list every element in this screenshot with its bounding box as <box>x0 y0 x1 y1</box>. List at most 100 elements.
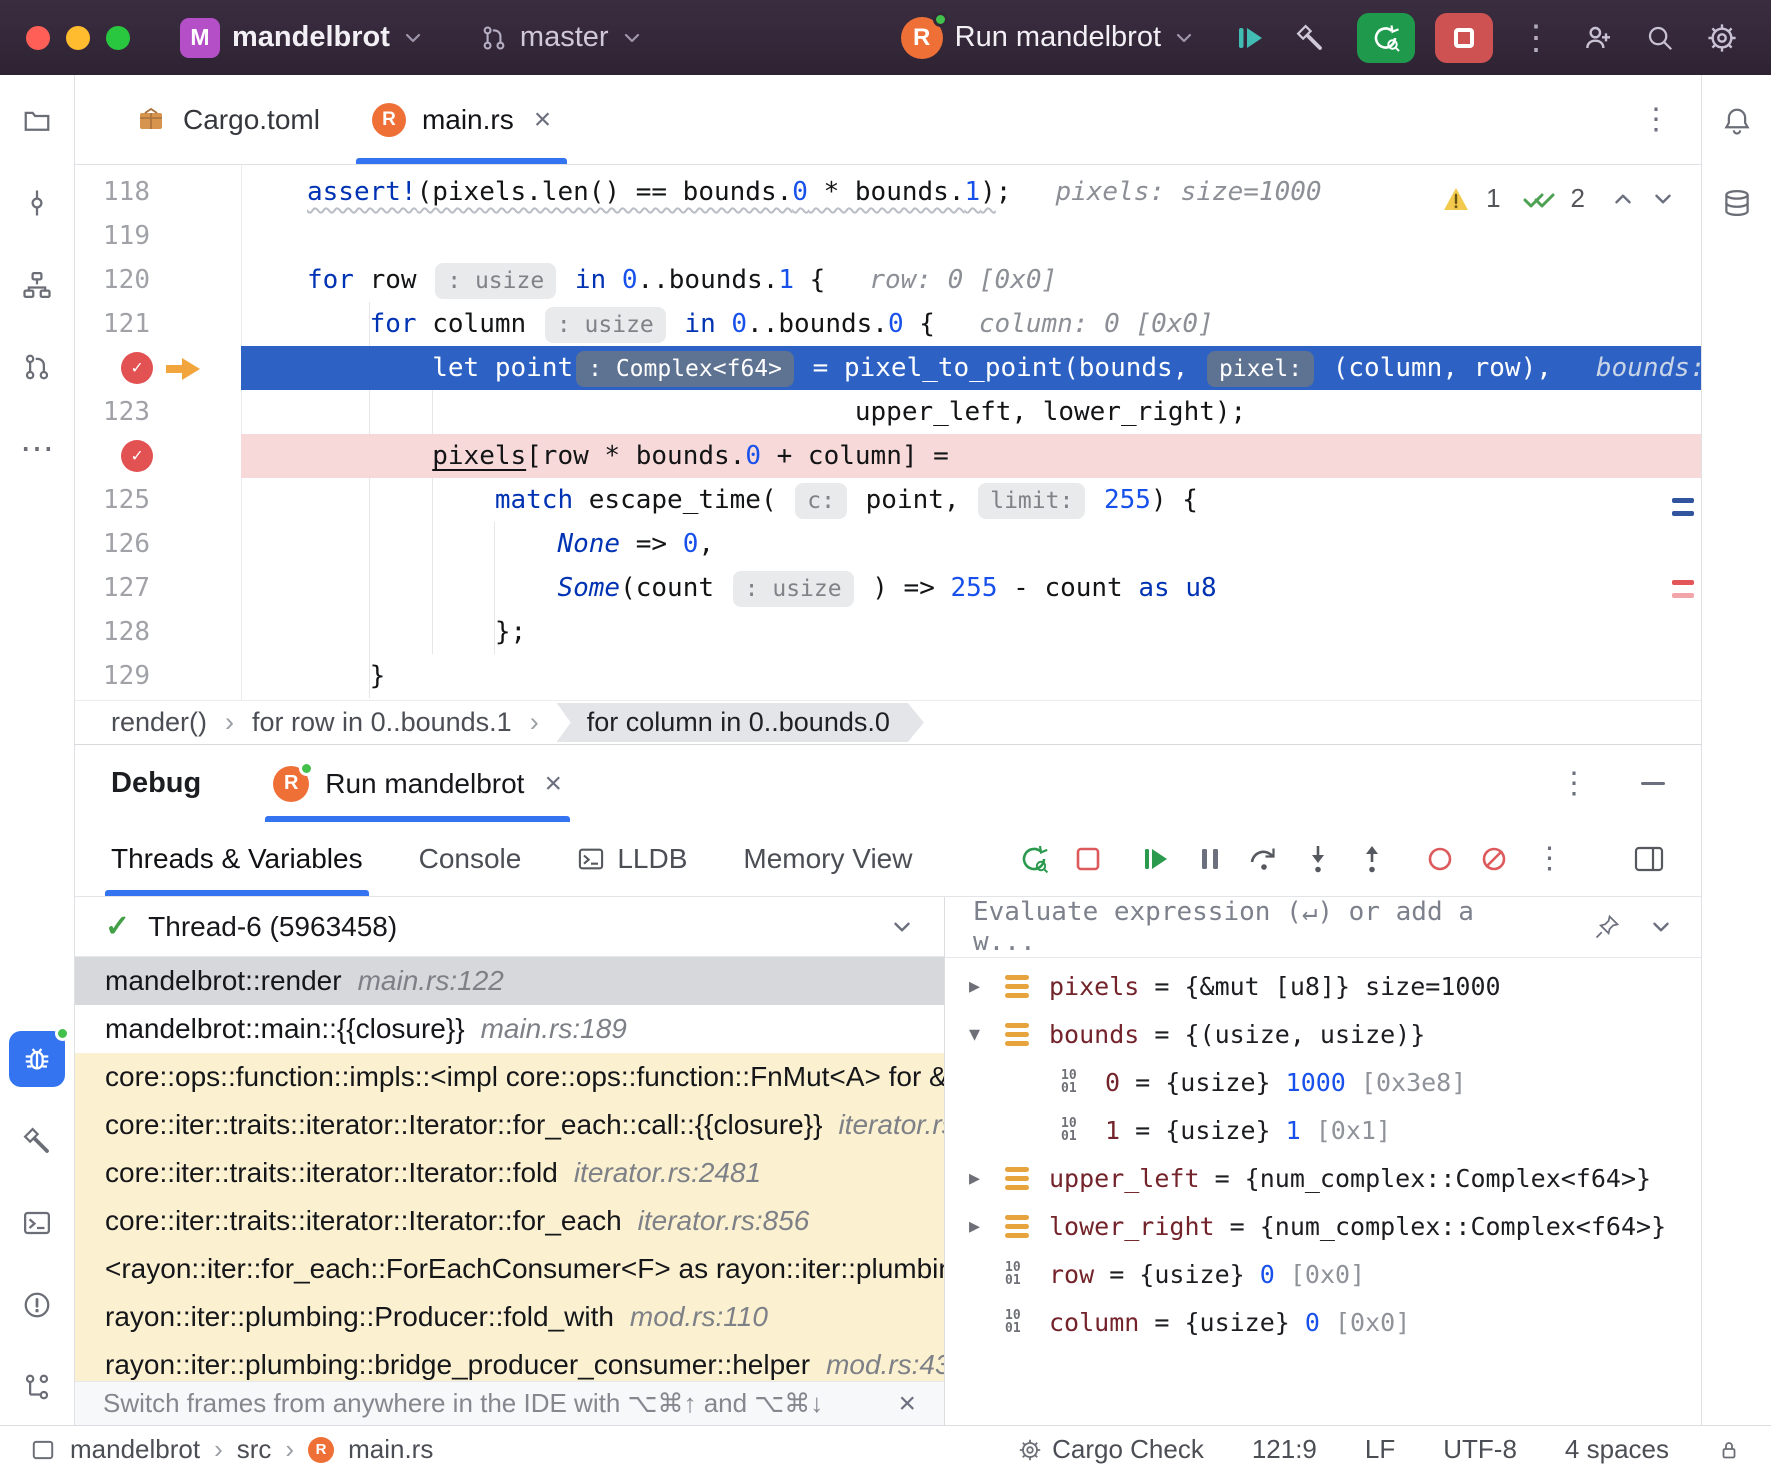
editor-gutter[interactable]: 121 <box>75 302 241 346</box>
tab-options-kebab-icon[interactable]: ⋮ <box>1641 105 1671 135</box>
breadcrumb-item[interactable]: for row in 0..bounds.1 <box>252 707 512 738</box>
code-line-text[interactable]: }; <box>241 610 1701 654</box>
code-line-text[interactable]: upper_left, lower_right); <box>241 390 1701 434</box>
structure-icon[interactable] <box>9 257 65 313</box>
tab-console[interactable]: Console <box>419 822 522 896</box>
step-into-icon[interactable] <box>1296 837 1340 881</box>
stack-frame[interactable]: mandelbrot::rendermain.rs:122 <box>75 957 944 1005</box>
chevron-down-icon[interactable] <box>1651 187 1675 211</box>
tree-chevron-icon[interactable]: ▸ <box>969 1165 1005 1191</box>
variable-row-bounds[interactable]: ▾bounds = {(usize, usize)} <box>945 1010 1701 1058</box>
editor-gutter[interactable]: ✓ <box>75 434 241 478</box>
build-tool-window-icon[interactable] <box>9 1113 65 1169</box>
run-config-selector[interactable]: R Run mandelbrot <box>891 9 1205 67</box>
project-widget[interactable]: M mandelbrot <box>170 10 434 66</box>
tab-main-rs[interactable]: R main.rs × <box>346 75 577 164</box>
editor-gutter[interactable]: 128 <box>75 610 241 654</box>
breakpoint-icon[interactable]: ✓ <box>121 352 153 384</box>
variable-row-0[interactable]: 10 010 = {usize} 1000 [0x3e8] <box>945 1058 1701 1106</box>
settings-gear-icon[interactable] <box>1699 15 1745 61</box>
stack-frame[interactable]: core::ops::function::impls::<impl core::… <box>75 1053 944 1101</box>
breadcrumb-file[interactable]: main.rs <box>348 1434 433 1465</box>
stack-frame[interactable]: mandelbrot::main::{{closure}}main.rs:189 <box>75 1005 944 1053</box>
more-tool-windows-icon[interactable]: ⋯ <box>9 421 65 477</box>
variable-row-pixels[interactable]: ▸pixels = {&mut [u8]} size=1000 <box>945 962 1701 1010</box>
branch-widget[interactable]: master <box>470 13 653 62</box>
stop-button[interactable] <box>1435 13 1493 63</box>
close-window-button[interactable] <box>26 26 50 50</box>
terminal-tool-window-icon[interactable] <box>9 1195 65 1251</box>
stack-frame[interactable]: rayon::iter::plumbing::Producer::fold_wi… <box>75 1293 944 1341</box>
editor-gutter[interactable]: 129 <box>75 654 241 698</box>
code-with-me-icon[interactable] <box>1575 15 1621 61</box>
pause-icon[interactable] <box>1188 837 1232 881</box>
editor-gutter[interactable]: 127 <box>75 566 241 610</box>
tab-memory-view[interactable]: Memory View <box>743 822 912 896</box>
code-line-text[interactable]: None => 0, <box>241 522 1701 566</box>
tree-chevron-icon[interactable]: ▸ <box>969 973 1005 999</box>
close-session-icon[interactable]: × <box>544 767 562 801</box>
breadcrumb-item[interactable]: render() <box>111 707 207 738</box>
layout-settings-icon[interactable] <box>1627 837 1671 881</box>
variable-row-column[interactable]: 10 01column = {usize} 0 [0x0] <box>945 1298 1701 1346</box>
editor-gutter[interactable]: ✓ <box>75 346 241 390</box>
commit-icon[interactable] <box>9 175 65 231</box>
indent-setting[interactable]: 4 spaces <box>1565 1434 1669 1465</box>
variable-row-upper_left[interactable]: ▸upper_left = {num_complex::Complex<f64>… <box>945 1154 1701 1202</box>
mute-breakpoints-icon[interactable] <box>1472 837 1516 881</box>
zoom-window-button[interactable] <box>106 26 130 50</box>
resume-icon[interactable] <box>1134 837 1178 881</box>
more-options-kebab-icon[interactable]: ⋮ <box>1519 21 1553 55</box>
code-line-text[interactable]: let point: Complex<f64> = pixel_to_point… <box>241 346 1701 390</box>
editor-gutter[interactable]: 123 <box>75 390 241 434</box>
stack-frame[interactable]: <rayon::iter::for_each::ForEachConsumer<… <box>75 1245 944 1293</box>
close-tab-icon[interactable]: × <box>534 103 552 137</box>
code-line-text[interactable]: pixels[row * bounds.0 + column] = <box>241 434 1701 478</box>
variable-row-1[interactable]: 10 011 = {usize} 1 [0x1] <box>945 1106 1701 1154</box>
chevron-down-icon[interactable] <box>1649 915 1673 939</box>
close-icon[interactable]: × <box>898 1387 916 1421</box>
debug-session-tab[interactable]: R Run mandelbrot × <box>265 745 570 822</box>
stack-frame[interactable]: rayon::iter::plumbing::bridge_producer_c… <box>75 1341 944 1381</box>
chevron-up-icon[interactable] <box>1611 187 1635 211</box>
tab-threads-variables[interactable]: Threads & Variables <box>111 822 363 896</box>
debug-options-kebab-icon[interactable]: ⋮ <box>1559 769 1589 799</box>
evaluate-expression-bar[interactable]: Evaluate expression (↵) or add a w... <box>945 897 1701 958</box>
search-icon[interactable] <box>1637 15 1683 61</box>
toolbar-kebab-icon[interactable]: ⋮ <box>1534 844 1564 874</box>
notifications-bell-icon[interactable] <box>1709 93 1765 149</box>
caret-position[interactable]: 121:9 <box>1252 1434 1317 1465</box>
editor-gutter[interactable]: 119 <box>75 214 241 258</box>
tab-lldb[interactable]: LLDB <box>577 822 687 896</box>
file-encoding[interactable]: UTF-8 <box>1443 1434 1517 1465</box>
rerun-debug-button[interactable] <box>1357 13 1415 63</box>
pull-requests-icon[interactable] <box>9 339 65 395</box>
variable-row-row[interactable]: 10 01row = {usize} 0 [0x0] <box>945 1250 1701 1298</box>
breakpoint-icon[interactable]: ✓ <box>121 440 153 472</box>
tree-chevron-icon[interactable]: ▸ <box>969 1213 1005 1239</box>
breadcrumb-project[interactable]: mandelbrot <box>70 1434 200 1465</box>
code-line-text[interactable]: for row : usize in 0..bounds.1 {row: 0 [… <box>241 258 1701 302</box>
editor-gutter[interactable]: 118 <box>75 170 241 214</box>
debug-tool-window-icon[interactable] <box>9 1031 65 1087</box>
database-icon[interactable] <box>1709 175 1765 231</box>
editor-gutter[interactable]: 120 <box>75 258 241 302</box>
hide-panel-icon[interactable] <box>1641 782 1665 785</box>
minimize-window-button[interactable] <box>66 26 90 50</box>
stop-icon[interactable] <box>1066 837 1110 881</box>
tab-cargo-toml[interactable]: Cargo.toml <box>109 75 346 164</box>
run-button[interactable] <box>1227 15 1273 61</box>
thread-selector[interactable]: ✓ Thread-6 (5963458) <box>75 897 944 957</box>
cargo-check-widget[interactable]: Cargo Check <box>1018 1434 1204 1465</box>
view-breakpoints-icon[interactable] <box>1418 837 1462 881</box>
editor-gutter[interactable]: 126 <box>75 522 241 566</box>
lock-icon[interactable] <box>1717 1438 1741 1462</box>
breadcrumb-item-current[interactable]: for column in 0..bounds.0 <box>557 703 924 742</box>
code-line-text[interactable]: Some(count : usize ) => 255 - count as u… <box>241 566 1701 610</box>
code-line-text[interactable]: match escape_time( c: point, limit: 255)… <box>241 478 1701 522</box>
step-out-icon[interactable] <box>1350 837 1394 881</box>
code-line-text[interactable] <box>241 214 1701 258</box>
add-watch-pin-icon[interactable] <box>1593 913 1621 941</box>
stack-frame[interactable]: core::iter::traits::iterator::Iterator::… <box>75 1149 944 1197</box>
stack-frame[interactable]: core::iter::traits::iterator::Iterator::… <box>75 1197 944 1245</box>
